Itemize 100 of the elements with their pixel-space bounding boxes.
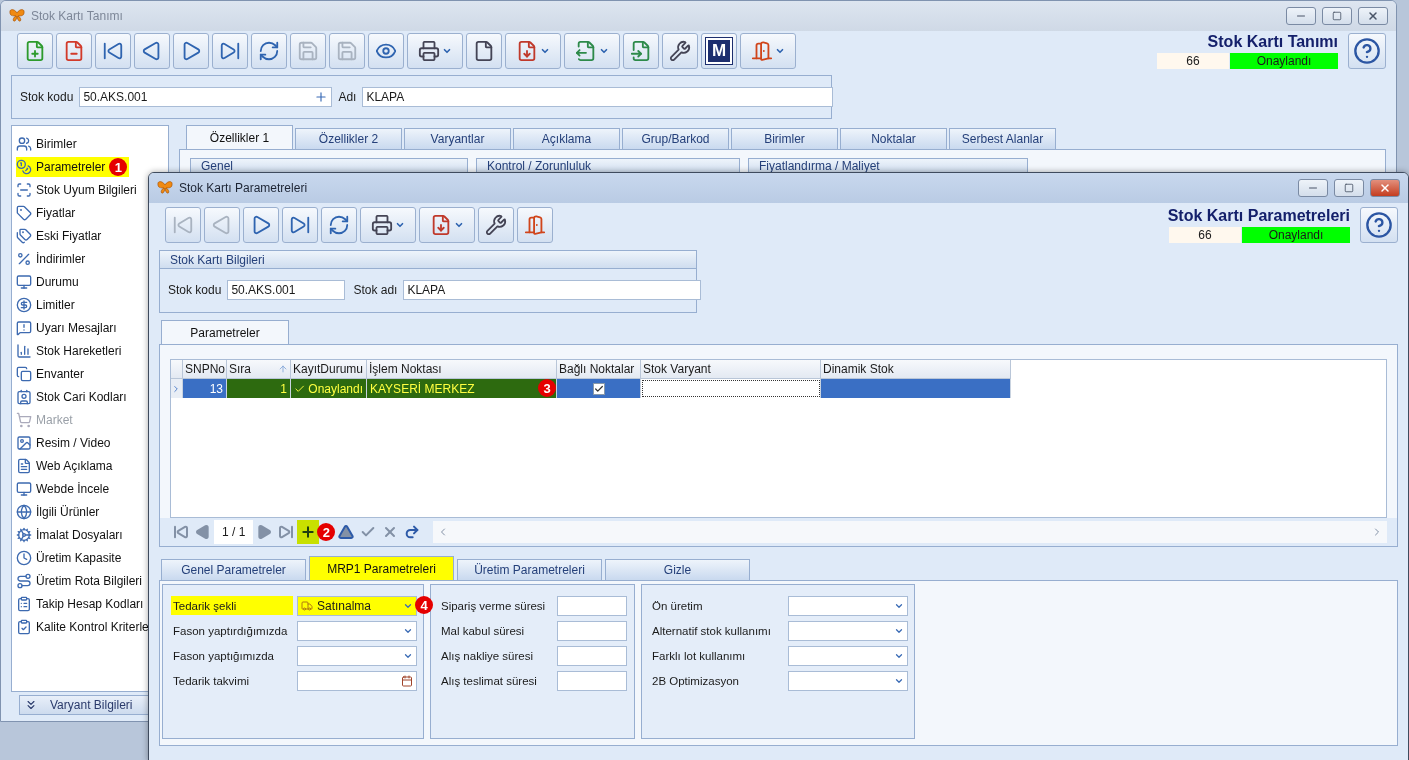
sidebar-item[interactable]: Üretim Rota Bilgileri [16,571,145,591]
tab[interactable]: Özellikler 1 [186,125,293,149]
navigator-button[interactable] [297,520,320,544]
column-header[interactable]: Dinamik Stok [821,360,1011,379]
tab[interactable]: Üretim Parametreleri [457,559,602,580]
tab[interactable]: Parametreler [161,320,289,344]
checkbox[interactable] [592,382,605,395]
toolbar-button[interactable] [251,33,287,69]
minimize-button[interactable] [1286,7,1316,25]
sidebar-item[interactable]: Kalite Kontrol Kriterle [16,617,151,637]
tab[interactable]: Noktalar [840,128,947,149]
sidebar-item[interactable]: Takip Hesap Kodları [16,594,146,614]
tab[interactable]: Grup/Barkod [622,128,729,149]
sidebar-item[interactable]: Web Açıklama [16,456,115,476]
dropdown-field[interactable] [788,645,908,666]
close-button[interactable] [1358,7,1388,25]
toolbar-button[interactable] [212,33,248,69]
column-header[interactable]: KayıtDurumu [291,360,367,379]
minimize-button[interactable] [1298,179,1328,197]
last-record-icon [289,214,311,236]
sidebar-item[interactable]: Uyarı Mesajları [16,318,119,338]
sidebar-item[interactable]: Eski Fiyatlar [16,226,104,246]
input-field[interactable] [557,595,627,616]
toolbar-button[interactable] [505,33,561,69]
toolbar-button[interactable] [360,207,416,243]
toolbar-button[interactable] [173,33,209,69]
tab[interactable]: Genel Parametreler [161,559,306,580]
column-header[interactable]: Sıra [227,360,291,379]
input-field[interactable] [557,620,627,641]
maximize-button[interactable] [1322,7,1352,25]
toolbar-button[interactable] [623,33,659,69]
input-field[interactable]: KLAPA [403,280,702,300]
sidebar-item[interactable]: Stok Uyum Bilgileri [16,180,139,200]
toolbar-button[interactable] [368,33,404,69]
sidebar-item[interactable]: Parametreler 1 [16,157,130,177]
toolbar-button[interactable] [56,33,92,69]
input-field[interactable]: KLAPA [362,87,834,107]
coin-icon [16,297,32,313]
toolbar-button[interactable] [466,33,502,69]
tab[interactable]: Açıklama [513,128,620,149]
dropdown-field[interactable] [297,645,417,666]
horizontal-scrollbar[interactable] [433,521,1387,543]
tab[interactable]: Serbest Alanlar [949,128,1056,149]
toolbar-button[interactable] [517,207,553,243]
sidebar-item[interactable]: Stok Cari Kodları [16,387,129,407]
column-header[interactable]: SNPNo [183,360,227,379]
toolbar-button[interactable] [478,207,514,243]
number-badge: 4 [415,596,433,614]
toolbar-button[interactable] [282,207,318,243]
field-label: Alternatif stok kullanımı [651,623,772,639]
toolbar-button[interactable] [95,33,131,69]
input-field[interactable]: 50.AKS.001 [79,87,333,107]
sidebar-item[interactable]: Envanter [16,364,87,384]
sidebar-item[interactable]: İlgili Ürünler [16,502,102,522]
toolbar-button[interactable] [243,207,279,243]
date-field[interactable] [297,670,417,691]
grid-row[interactable]: 13 1 Onaylandı KAYSERİ MERKEZ 3 [171,379,1386,398]
field-label: Fason yaptırdığımızda [172,623,289,639]
tab[interactable]: Gizle [605,559,750,580]
close-button[interactable] [1370,179,1400,197]
toolbar-button[interactable] [662,33,698,69]
column-header[interactable]: Bağlı Noktalar [557,360,641,379]
tab[interactable]: MRP1 Parametreleri [309,556,454,580]
toolbar-button[interactable] [419,207,475,243]
tab[interactable]: Özellikler 2 [295,128,402,149]
help-button[interactable] [1360,207,1398,243]
column-header[interactable]: İşlem Noktası [367,360,557,379]
help-button[interactable] [1348,33,1386,69]
sidebar-item[interactable]: Resim / Video [16,433,113,453]
refresh-icon [328,214,350,236]
save-icon [297,40,319,62]
dropdown-field[interactable]: Satınalma [297,595,417,616]
sidebar-item[interactable]: Limitler [16,295,77,315]
help-icon [1353,37,1381,65]
column-header[interactable]: Stok Varyant [641,360,821,379]
toolbar-button[interactable] [407,33,463,69]
sidebar-item[interactable]: Üretim Kapasite [16,548,124,568]
tab[interactable]: Varyantlar [404,128,511,149]
toolbar-button[interactable] [134,33,170,69]
input-field[interactable]: 50.AKS.001 [227,280,346,300]
toolbar-button[interactable]: M [701,33,737,69]
dropdown-field[interactable] [788,595,908,616]
toolbar-button[interactable] [321,207,357,243]
toolbar-button[interactable] [740,33,796,69]
sidebar-item[interactable]: İmalat Dosyaları [16,525,125,545]
input-field[interactable] [557,645,627,666]
sidebar-item[interactable]: Fiyatlar [16,203,78,223]
input-field[interactable] [557,670,627,691]
sidebar-item[interactable]: Birimler [16,134,79,154]
maximize-button[interactable] [1334,179,1364,197]
tab[interactable]: Birimler [731,128,838,149]
dropdown-field[interactable] [788,620,908,641]
toolbar-button[interactable] [564,33,620,69]
sidebar-item[interactable]: Stok Hareketleri [16,341,124,361]
dropdown-field[interactable] [788,670,908,691]
field-label: Alış teslimat süresi [440,673,538,689]
sidebar-item[interactable]: Durumu [16,272,81,292]
sidebar-item[interactable]: İndirimler [16,249,88,269]
sidebar-item[interactable]: Webde İncele [16,479,112,499]
dropdown-field[interactable] [297,620,417,641]
